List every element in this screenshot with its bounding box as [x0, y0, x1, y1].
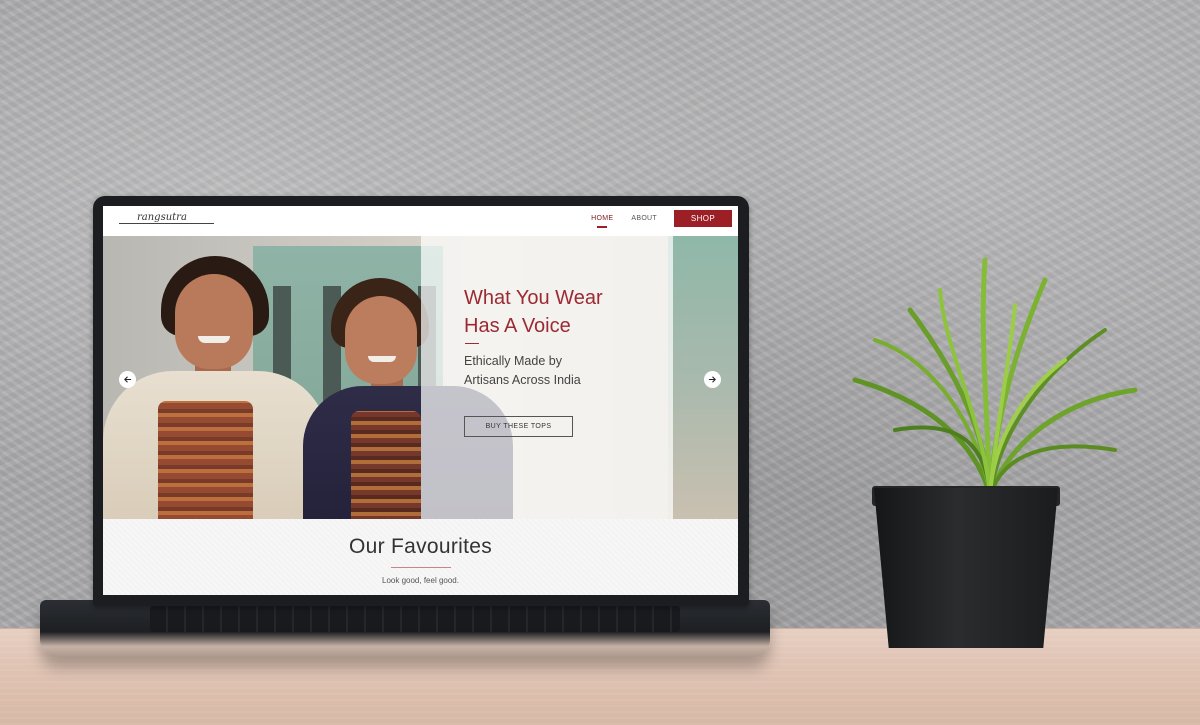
- model-one-embroidery: [158, 401, 253, 519]
- hero-subtitle-line2: Artisans Across India: [464, 373, 581, 387]
- model-one-smile: [198, 336, 230, 343]
- model-two-face: [345, 296, 417, 384]
- favourites-divider: [391, 567, 451, 568]
- favourites-title: Our Favourites: [348, 535, 493, 558]
- logo-text: rangsutra: [137, 212, 187, 223]
- nav-home[interactable]: HOME: [582, 215, 622, 222]
- plant-icon: [852, 257, 1138, 498]
- favourites-subtitle: Look good, feel good.: [382, 576, 459, 585]
- hero-subtitle: Ethically Made by Artisans Across India: [464, 352, 664, 390]
- nav-about[interactable]: ABOUT: [622, 215, 666, 222]
- hero-title: What You Wear Has A Voice: [464, 284, 664, 340]
- arrow-right-icon: [708, 376, 716, 383]
- carousel-next-button[interactable]: [704, 371, 721, 388]
- site-header: rangsutra HOME ABOUT SHOP: [103, 206, 738, 236]
- model-two-embroidery: [351, 411, 421, 519]
- model-two-smile: [368, 356, 396, 362]
- logo-underline: [119, 223, 214, 224]
- plant-pot: [874, 488, 1058, 648]
- hero-title-line2: Has A Voice: [464, 315, 571, 337]
- arrow-left-icon: [124, 376, 132, 383]
- laptop-screen: rangsutra HOME ABOUT SHOP What You Wear …: [103, 206, 738, 595]
- hero-divider: [465, 343, 479, 344]
- buy-these-tops-button[interactable]: BUY THESE TOPS: [464, 416, 573, 437]
- main-nav: HOME ABOUT SHOP: [582, 210, 732, 227]
- favourites-section: Our Favourites Look good, feel good.: [103, 519, 738, 595]
- model-one-face: [175, 274, 253, 369]
- background-greenery: [668, 236, 738, 519]
- carousel-prev-button[interactable]: [119, 371, 136, 388]
- laptop-keyboard: [150, 606, 680, 632]
- hero-title-line1: What You Wear: [464, 287, 603, 309]
- hero-banner: What You Wear Has A Voice Ethically Made…: [103, 236, 738, 519]
- hero-subtitle-line1: Ethically Made by: [464, 354, 562, 368]
- site-logo[interactable]: rangsutra: [119, 212, 214, 230]
- shop-button[interactable]: SHOP: [674, 210, 732, 227]
